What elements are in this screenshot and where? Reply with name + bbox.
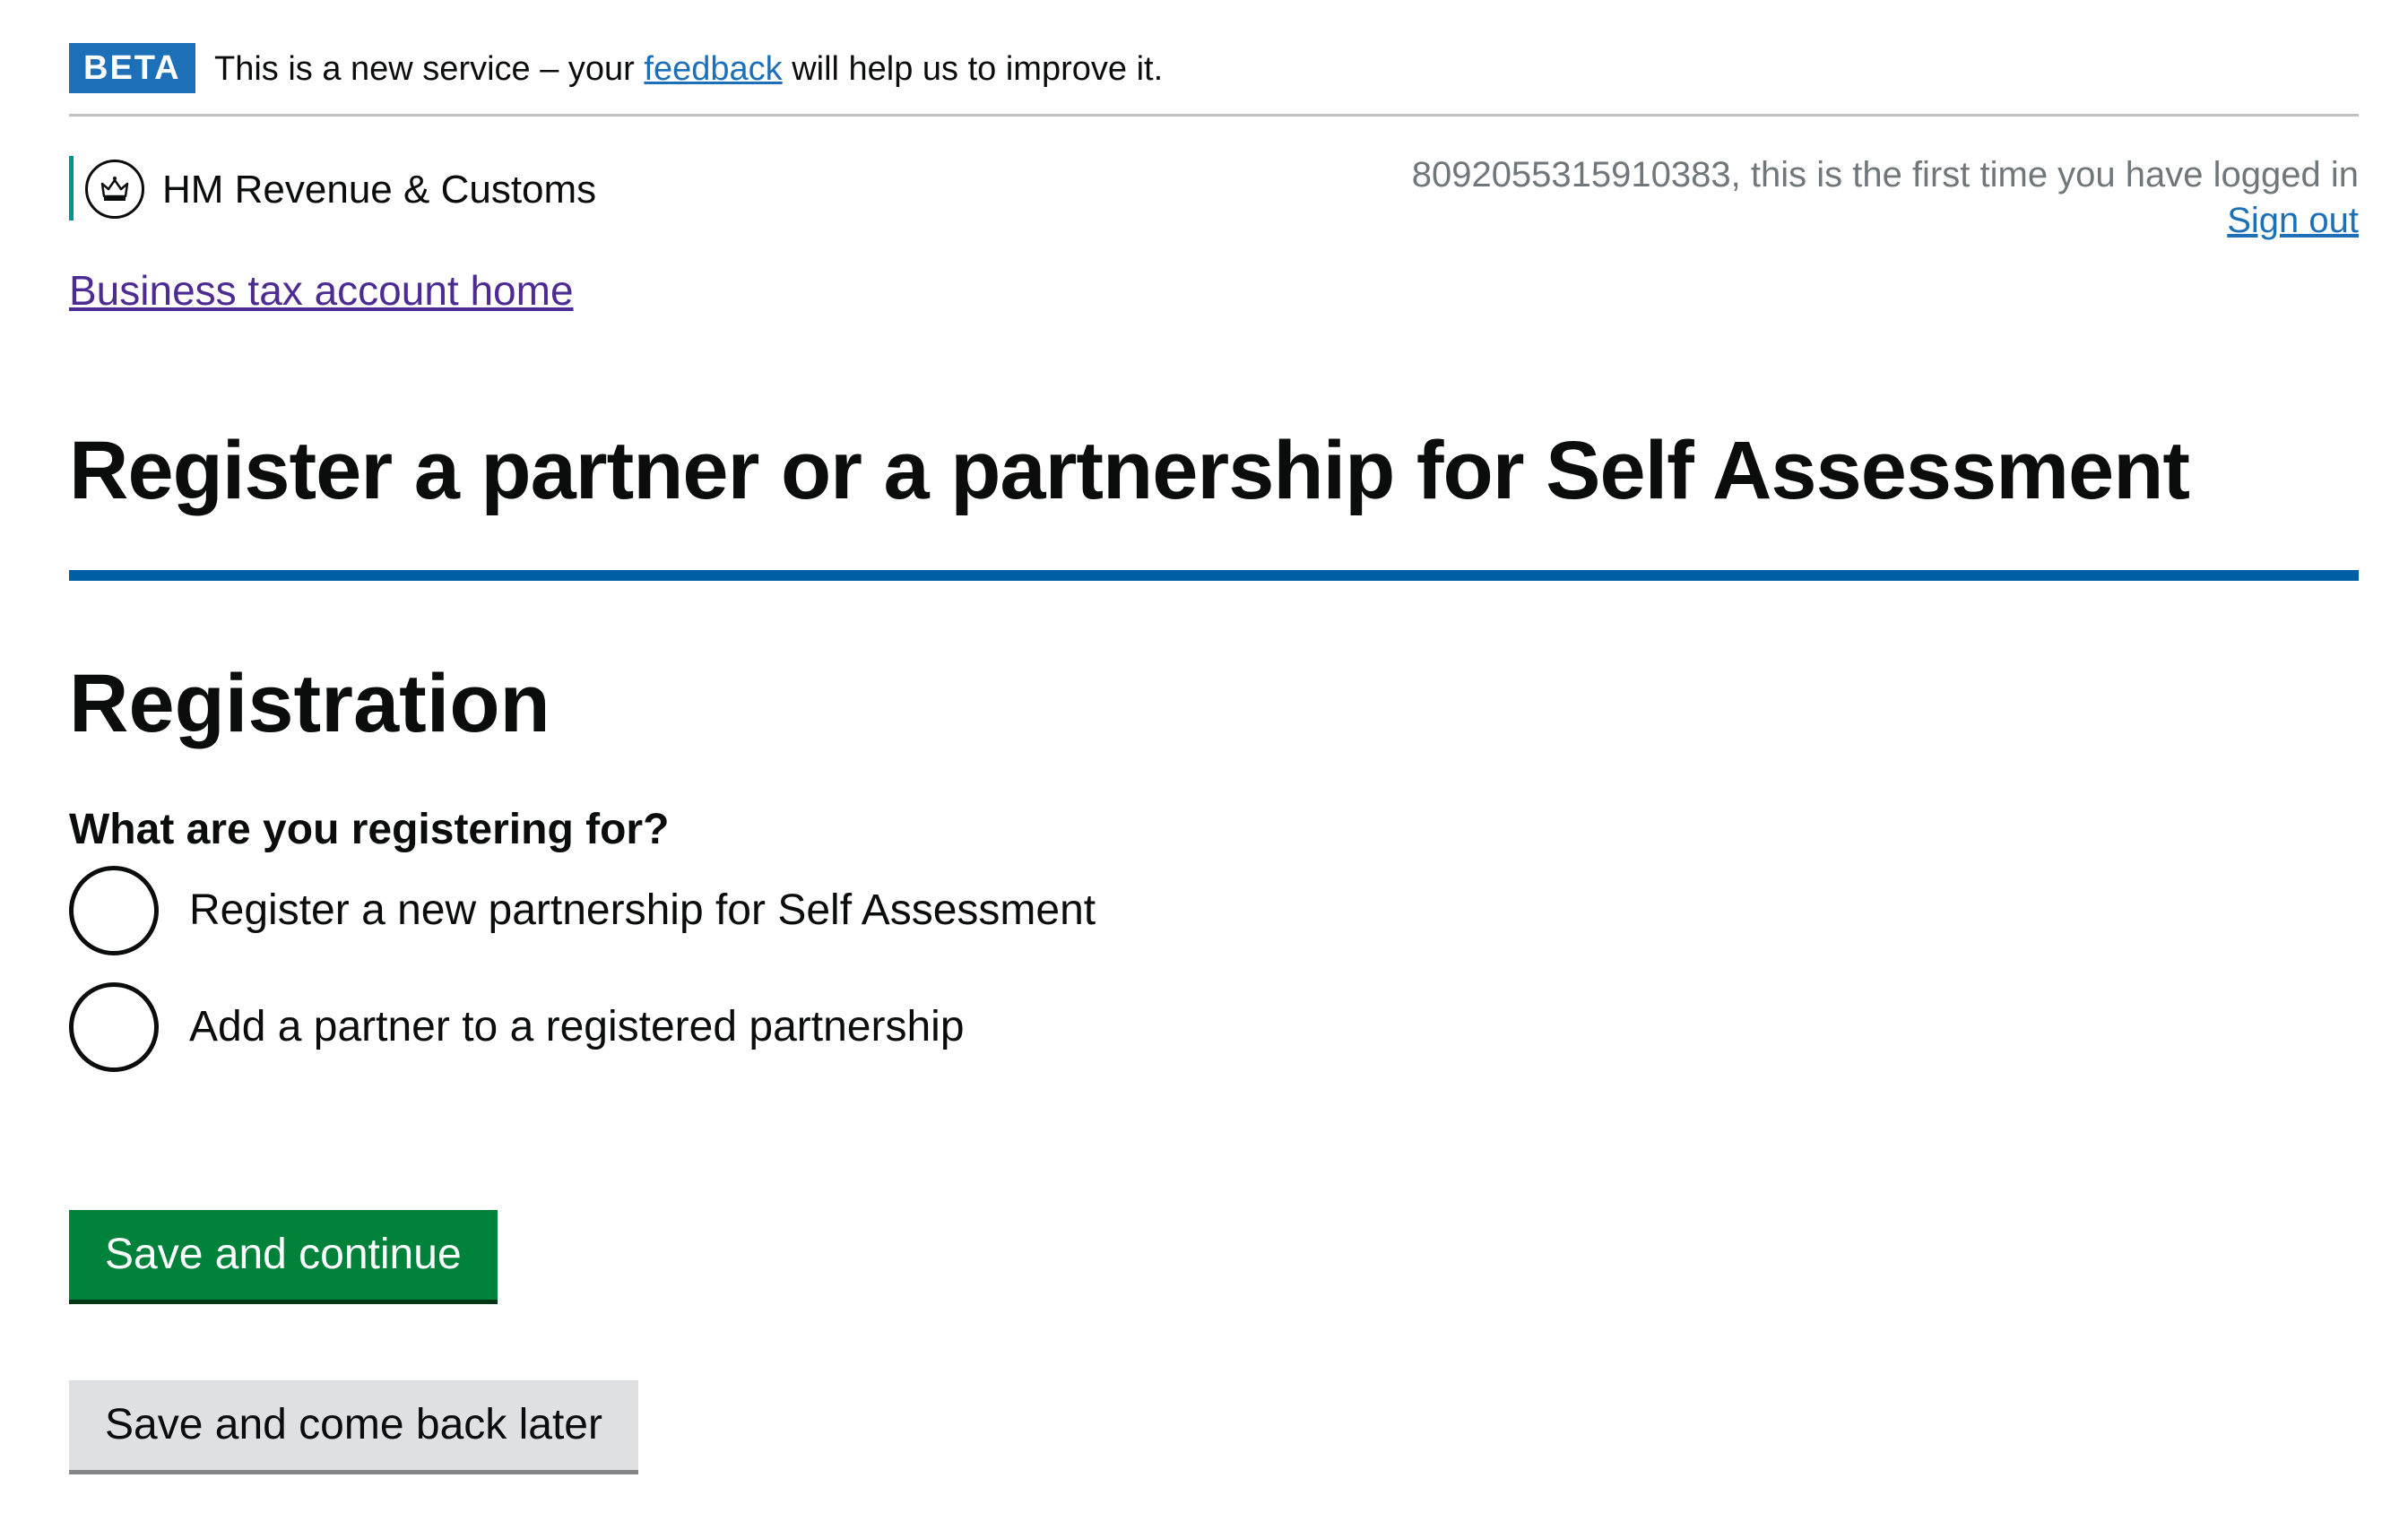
user-info: 8092055315910383, this is the first time… — [1412, 152, 2359, 244]
login-status-text: 8092055315910383, this is the first time… — [1411, 155, 2359, 194]
business-tax-account-home-link[interactable]: Business tax account home — [69, 265, 574, 316]
question-label: What are you registering for? — [69, 806, 670, 853]
page-heading: Registration — [69, 658, 550, 749]
org-name: HM Revenue & Customs — [162, 168, 597, 212]
crown-crest-icon — [85, 160, 144, 219]
radio-button[interactable] — [69, 866, 159, 955]
save-and-continue-button[interactable]: Save and continue — [69, 1210, 498, 1300]
site-header: HM Revenue & Customs 8092055315910383, t… — [69, 143, 2359, 240]
beta-text-before: This is a new service – your — [214, 50, 645, 88]
radio-button[interactable] — [69, 982, 159, 1072]
phase-banner: BETA This is a new service – your feedba… — [69, 43, 2359, 117]
title-divider — [69, 570, 2359, 581]
radio-label[interactable]: Add a partner to a registered partnershi… — [189, 1000, 965, 1054]
save-and-come-back-later-button[interactable]: Save and come back later — [69, 1380, 638, 1470]
radio-option-add-partner[interactable]: Add a partner to a registered partnershi… — [69, 982, 1503, 1072]
service-title: Register a partner or a partnership for … — [69, 425, 2190, 516]
beta-banner-text: This is a new service – your feedback wi… — [214, 48, 1163, 90]
radio-label[interactable]: Register a new partnership for Self Asse… — [189, 884, 1096, 938]
beta-tag: BETA — [69, 43, 195, 93]
org-accent-bar — [69, 156, 74, 220]
radio-option-new-partnership[interactable]: Register a new partnership for Self Asse… — [69, 866, 1503, 955]
sign-out-link[interactable]: Sign out — [1412, 197, 2359, 244]
feedback-link[interactable]: feedback — [644, 50, 782, 88]
beta-text-after: will help us to improve it. — [782, 50, 1164, 88]
